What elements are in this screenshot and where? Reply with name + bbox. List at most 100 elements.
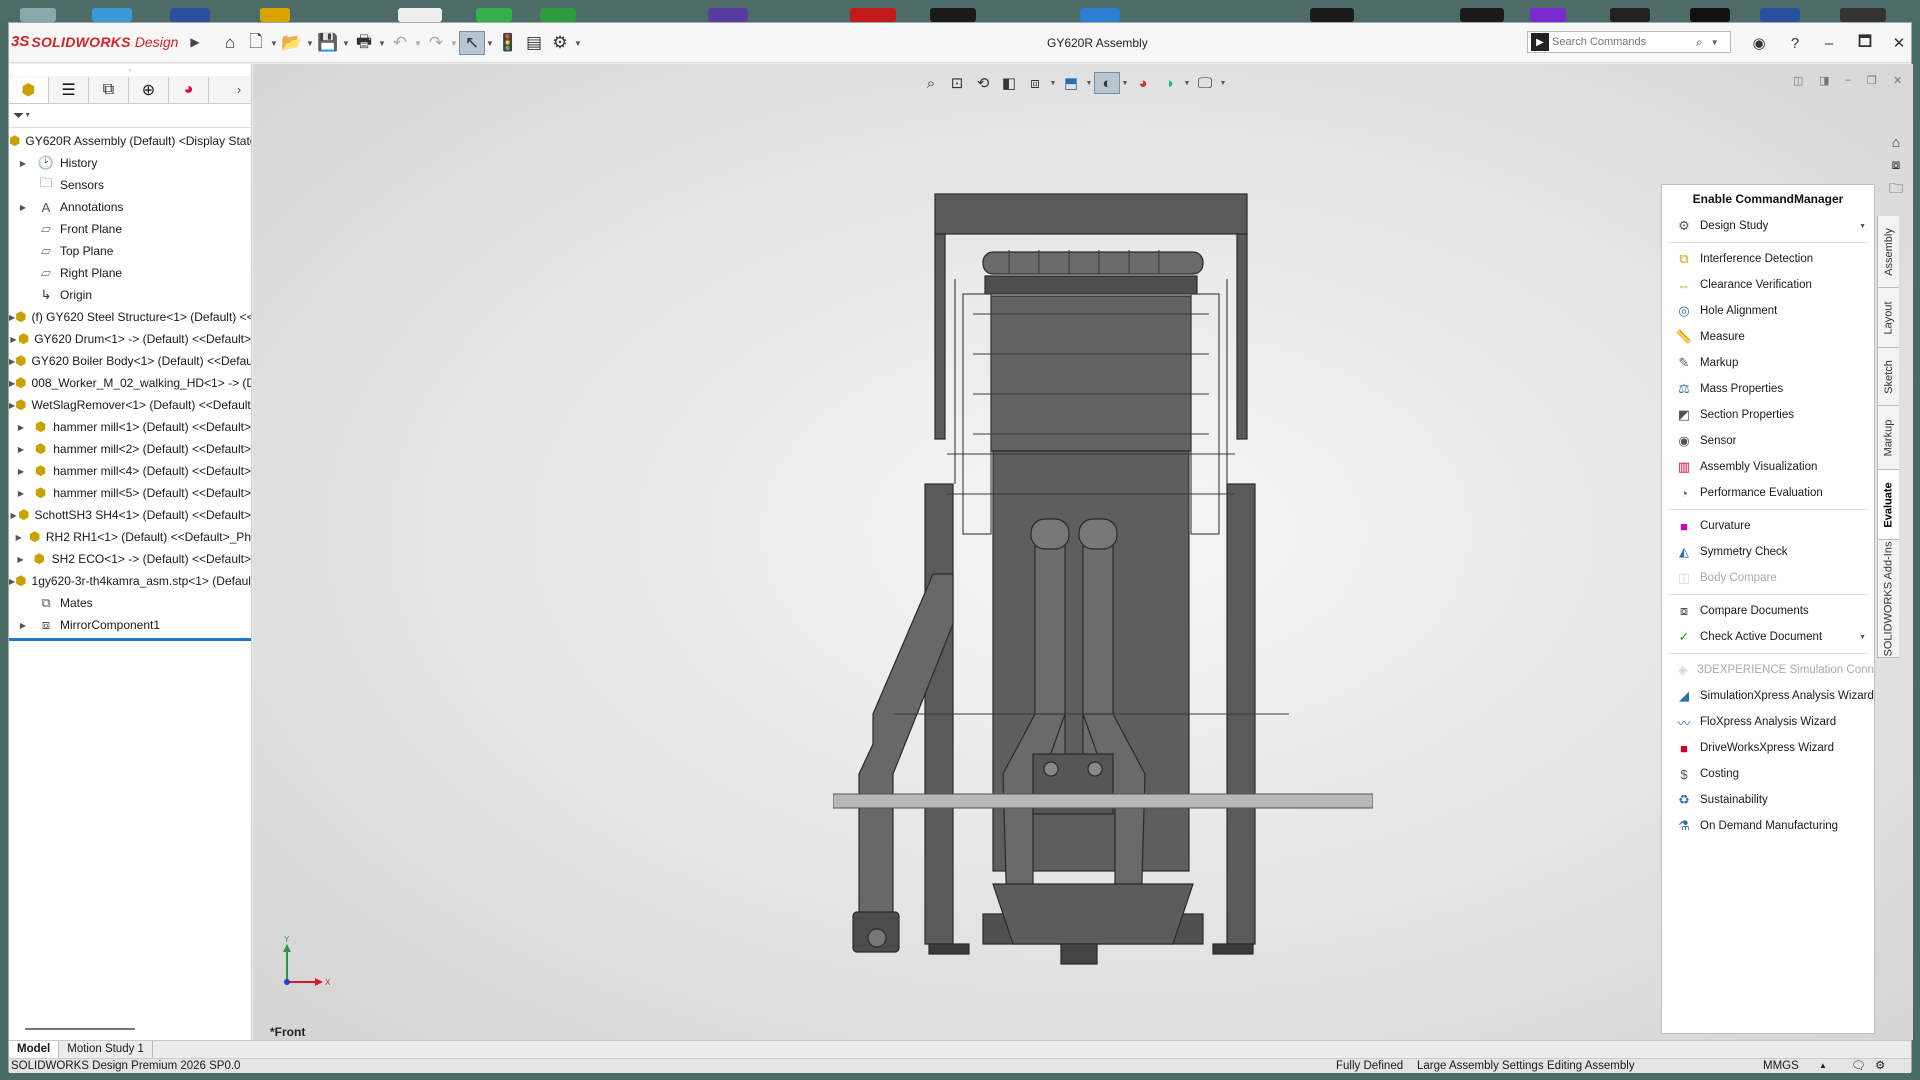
viewport-restore-icon[interactable]: ◨	[1819, 74, 1829, 87]
filter-funnel-icon[interactable]: ⏷	[13, 107, 24, 124]
file-properties-icon[interactable]: ▤	[521, 31, 547, 55]
graphics-area[interactable]: ⌕ ⊡ ⟲ ◧ ⧈ ▼ ⬒ ▼ ◐ ▼ ◕ ◑ ▼ 🖵 ▼ ◫ ◨ – ❐ ✕	[253, 64, 1913, 1040]
filter-dropdown-icon[interactable]: ▼	[24, 112, 31, 119]
tree-item[interactable]: ▶ ⬢ hammer mill<2> (Default) <<Default>	[9, 438, 251, 460]
tab-model[interactable]: Model	[9, 1041, 60, 1059]
zoom-to-fit-icon[interactable]: ⌕	[918, 72, 944, 94]
display-style-icon[interactable]: ◐	[1094, 72, 1120, 94]
options-gear-icon[interactable]: ⚙	[547, 31, 573, 55]
new-dropdown-icon[interactable]: ▼	[269, 39, 279, 48]
command-compare-documents[interactable]: ⧇ Compare Documents	[1662, 598, 1874, 624]
tree-item[interactable]: ⧉ Mates	[9, 592, 251, 614]
task-pane-design-library-icon[interactable]: ⧇	[1883, 156, 1909, 178]
vertical-tab-assembly[interactable]: Assembly	[1877, 216, 1899, 288]
viewport-maximize-icon[interactable]: ❐	[1867, 74, 1877, 87]
expand-arrow-icon[interactable]: ▶	[9, 445, 33, 454]
tree-item[interactable]: ▶ ⬢ hammer mill<5> (Default) <<Default>	[9, 482, 251, 504]
command-symmetry-check[interactable]: ◭ Symmetry Check	[1662, 539, 1874, 565]
minimize-icon[interactable]: –	[1815, 31, 1843, 55]
command-curvature[interactable]: ■ Curvature	[1662, 513, 1874, 539]
print-dropdown-icon[interactable]: ▼	[377, 39, 387, 48]
save-icon[interactable]: 💾	[315, 31, 341, 55]
undo-icon[interactable]: ↶	[387, 31, 413, 55]
viewport-split-icon[interactable]: ◫	[1793, 74, 1803, 87]
new-document-icon[interactable]: 🗋	[243, 31, 269, 55]
configuration-manager-tab-icon[interactable]: ⧉	[89, 76, 129, 103]
command-floxpress[interactable]: 〰 FloXpress Analysis Wizard	[1662, 709, 1874, 735]
tree-item[interactable]: ▶ ⧈ MirrorComponent1	[9, 614, 251, 636]
command-sustainability[interactable]: ♻ Sustainability	[1662, 787, 1874, 813]
user-account-icon[interactable]: ◉	[1745, 31, 1773, 55]
command-simulationxpress[interactable]: ◢ SimulationXpress Analysis Wizard	[1662, 683, 1874, 709]
vertical-tab-sketch[interactable]: Sketch	[1877, 348, 1899, 406]
more-tabs-chevron-icon[interactable]: ›	[227, 77, 251, 103]
print-icon[interactable]: 🖶	[351, 31, 377, 55]
redo-icon[interactable]: ↷	[423, 31, 449, 55]
redo-dropdown-icon[interactable]: ▼	[449, 39, 459, 48]
hide-show-dropdown-icon[interactable]: ▼	[1120, 80, 1130, 87]
display-style-dropdown-icon[interactable]: ▼	[1084, 80, 1094, 87]
tree-item[interactable]: ▶ ⬢ WetSlagRemover<1> (Default) <<Default>	[9, 394, 251, 416]
command-performance-evaluation[interactable]: ◔ Performance Evaluation	[1662, 480, 1874, 506]
select-pointer-icon[interactable]: ↖	[459, 31, 485, 55]
command-sensor[interactable]: ◉ Sensor	[1662, 428, 1874, 454]
viewport-close-icon[interactable]: ✕	[1893, 74, 1902, 87]
command-interference-detection[interactable]: ⧉ Interference Detection	[1662, 246, 1874, 272]
task-pane-file-explorer-icon[interactable]: 🗀	[1883, 178, 1909, 200]
tree-root[interactable]: ⬢ GY620R Assembly (Default) <Display Sta…	[9, 130, 251, 152]
dimxpert-manager-tab-icon[interactable]: ⊕	[129, 76, 169, 103]
expand-arrow-icon[interactable]: ▶	[9, 555, 32, 564]
tree-item[interactable]: ▶ ⬢ SH2 ECO<1> -> (Default) <<Default>	[9, 548, 251, 570]
tree-item[interactable]: ▶ ⬢ GY620 Drum<1> -> (Default) <<Default>	[9, 328, 251, 350]
expand-arrow-icon[interactable]: ▶	[9, 203, 37, 212]
close-icon[interactable]: ✕	[1885, 31, 1913, 55]
expand-arrow-icon[interactable]: ▶	[9, 533, 28, 542]
command-section-properties[interactable]: ◩ Section Properties	[1662, 402, 1874, 428]
view-settings-dropdown-icon[interactable]: ▼	[1218, 80, 1228, 87]
app-logo[interactable]: 3S SOLIDWORKS Design ▶	[11, 33, 200, 50]
expand-arrow-icon[interactable]: ▶	[9, 423, 33, 432]
command-driveworksxpress[interactable]: ■ DriveWorksXpress Wizard	[1662, 735, 1874, 761]
expand-arrow-icon[interactable]: ▶	[9, 511, 18, 520]
command-on-demand-manufacturing[interactable]: ⚗ On Demand Manufacturing	[1662, 813, 1874, 839]
select-dropdown-icon[interactable]: ▼	[485, 39, 495, 48]
status-customize-icon[interactable]: ⚙	[1875, 1059, 1885, 1073]
expand-arrow-icon[interactable]: ▶	[9, 159, 37, 168]
tree-filter[interactable]: ⏷ ▼	[9, 104, 251, 128]
search-commands-box[interactable]: ▶ ⌕ ▼	[1527, 31, 1731, 53]
command-assembly-visualization[interactable]: ▥ Assembly Visualization	[1662, 454, 1874, 480]
section-view-icon[interactable]: ◧	[996, 72, 1022, 94]
save-dropdown-icon[interactable]: ▼	[341, 39, 351, 48]
status-comment-icon[interactable]: 🗨	[1851, 1059, 1866, 1073]
display-manager-tab-icon[interactable]: ◕	[169, 76, 209, 103]
vertical-tab-layout[interactable]: Layout	[1877, 288, 1899, 348]
tree-horizontal-scrollbar[interactable]	[25, 1028, 135, 1030]
tree-item[interactable]: ▶⬢008_Worker_M_02_walking_HD<1> -> (Defa…	[9, 372, 251, 394]
tree-item[interactable]: ▶ ⬢ GY620 Boiler Body<1> (Default) <<Defau…	[9, 350, 251, 372]
tab-motion-study[interactable]: Motion Study 1	[59, 1041, 153, 1059]
tree-item[interactable]: ▶ ⬢ RH2 RH1<1> (Default) <<Default>_Ph	[9, 526, 251, 548]
apply-scene-icon[interactable]: ◑	[1156, 72, 1182, 94]
expand-arrow-icon[interactable]: ▶	[9, 489, 33, 498]
tree-item[interactable]: ▶ ⬢ hammer mill<1> (Default) <<Default>	[9, 416, 251, 438]
rollback-bar[interactable]	[9, 638, 251, 641]
command-measure[interactable]: 📏 Measure	[1662, 324, 1874, 350]
scene-dropdown-icon[interactable]: ▼	[1182, 80, 1192, 87]
command-clearance-verification[interactable]: ⇔ Clearance Verification	[1662, 272, 1874, 298]
open-dropdown-icon[interactable]: ▼	[305, 39, 315, 48]
tree-item[interactable]: ▱ Top Plane	[9, 240, 251, 262]
command-costing[interactable]: $ Costing	[1662, 761, 1874, 787]
edit-appearance-icon[interactable]: ◕	[1130, 72, 1156, 94]
view-settings-icon[interactable]: 🖵	[1192, 72, 1218, 94]
panel-grip-icon[interactable]: ◦	[9, 64, 251, 76]
tree-item[interactable]: ▱ Right Plane	[9, 262, 251, 284]
tree-item[interactable]: ▶ ⬢ 1gy620-3r-th4kamra_asm.stp<1> (Default…	[9, 570, 251, 592]
expand-arrow-icon[interactable]: ▶	[9, 467, 33, 476]
tree-item[interactable]: ▶ ⬢ (f) GY620 Steel Structure<1> (Default)…	[9, 306, 251, 328]
search-dropdown-icon[interactable]: ▼	[1711, 38, 1719, 47]
units-dropdown-icon[interactable]: ▲	[1819, 1059, 1827, 1073]
open-folder-icon[interactable]: 📂	[279, 31, 305, 55]
undo-dropdown-icon[interactable]: ▼	[413, 39, 423, 48]
vertical-tab-solidworks-add-ins[interactable]: SOLIDWORKS Add-Ins	[1877, 540, 1899, 658]
rebuild-traffic-light-icon[interactable]: 🚦	[495, 31, 521, 55]
